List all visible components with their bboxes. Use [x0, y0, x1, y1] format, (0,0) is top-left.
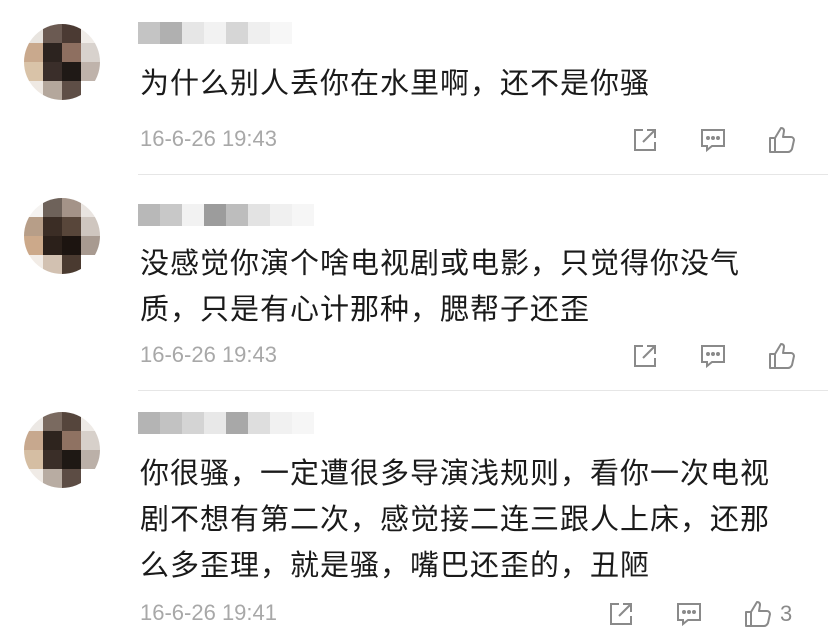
comment-icon	[701, 129, 725, 153]
comment-line: 没感觉你演个啥电视剧或电影，只觉得你没气	[140, 246, 741, 280]
divider	[138, 174, 828, 175]
comment-button[interactable]	[698, 120, 728, 160]
comment-line: 质，只是有心计那种，腮帮子还歪	[140, 292, 591, 326]
share-icon	[634, 129, 656, 151]
avatar[interactable]	[24, 24, 100, 100]
share-icon	[634, 345, 656, 367]
share-button[interactable]	[630, 120, 660, 160]
share-button[interactable]	[606, 594, 636, 634]
like-button[interactable]	[766, 336, 804, 376]
comment-text: 你很骚，一定遭很多导演浅规则，看你一次电视 剧不想有第二次，感觉接二连三跟人上床…	[140, 450, 780, 588]
comment-button[interactable]	[698, 336, 728, 376]
comment-button[interactable]	[674, 594, 704, 634]
timestamp: 16-6-26 19:43	[140, 126, 277, 151]
thumbs-up-icon	[745, 601, 771, 627]
comment-line: 剧不想有第二次，感觉接二连三跟人上床，还那	[140, 502, 771, 536]
comment-feed: 为什么别人丢你在水里啊，还不是你骚 16-6-26 19:43 没感觉你演个啥电…	[0, 0, 828, 641]
thumbs-up-icon	[769, 343, 795, 369]
comment-text: 为什么别人丢你在水里啊，还不是你骚	[140, 60, 780, 106]
divider	[138, 390, 828, 391]
thumbs-up-icon	[769, 127, 795, 153]
like-count: 3	[780, 601, 793, 626]
timestamp: 16-6-26 19:43	[140, 342, 277, 367]
username-obscured[interactable]	[138, 22, 292, 44]
comment-text: 没感觉你演个啥电视剧或电影，只觉得你没气 质，只是有心计那种，腮帮子还歪	[140, 240, 780, 332]
username-obscured[interactable]	[138, 412, 314, 434]
comment-meta: 16-6-26 19:41 3	[140, 594, 808, 634]
comment-meta: 16-6-26 19:43	[140, 120, 808, 160]
comment-meta: 16-6-26 19:43	[140, 336, 808, 376]
timestamp: 16-6-26 19:41	[140, 600, 277, 625]
username-obscured[interactable]	[138, 204, 314, 226]
like-button[interactable]: 3	[742, 594, 792, 634]
avatar[interactable]	[24, 412, 100, 488]
comment-line: 你很骚，一定遭很多导演浅规则，看你一次电视	[140, 456, 771, 490]
share-icon	[610, 603, 632, 625]
like-button[interactable]	[766, 120, 804, 160]
comment-icon	[701, 345, 725, 369]
comment-icon	[677, 603, 701, 627]
avatar[interactable]	[24, 198, 100, 274]
comment-line: 么多歪理，就是骚，嘴巴还歪的，丑陋	[140, 548, 651, 582]
comment-line: 为什么别人丢你在水里啊，还不是你骚	[140, 66, 651, 100]
share-button[interactable]	[630, 336, 660, 376]
